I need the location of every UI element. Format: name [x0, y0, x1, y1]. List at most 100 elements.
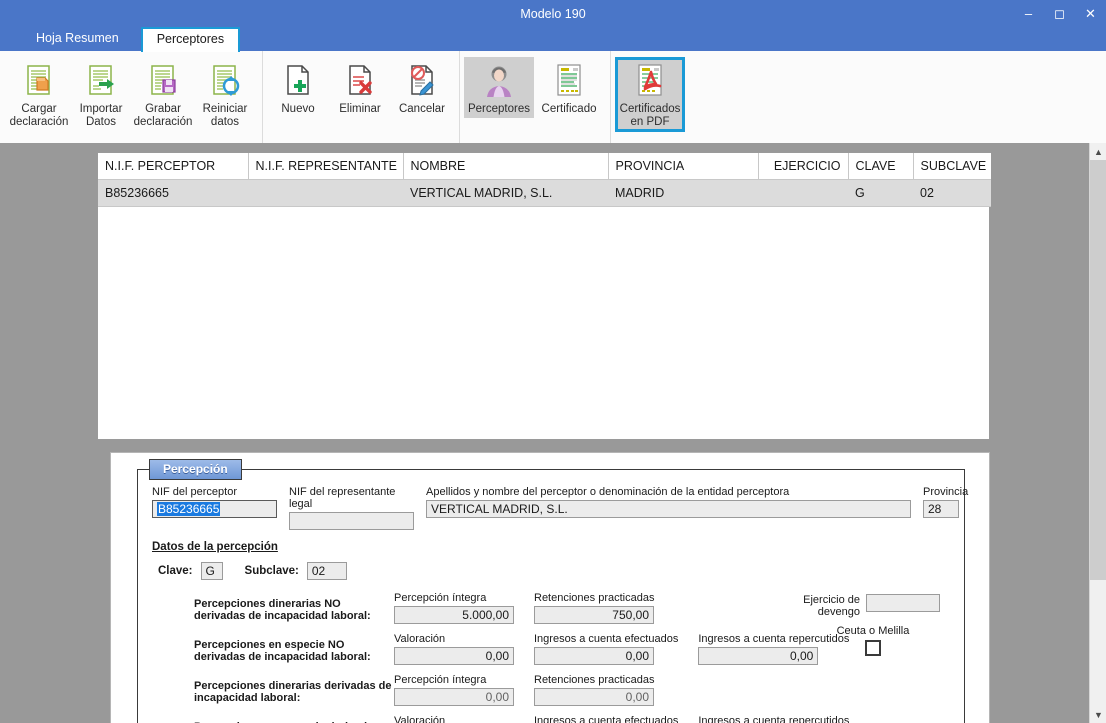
- column-header-nif-representante[interactable]: N.I.F. REPRESENTANTE: [248, 153, 404, 180]
- column-header-nif-perceptor[interactable]: N.I.F. PERCEPTOR: [98, 153, 249, 180]
- importar-datos-label: Importar Datos: [79, 103, 123, 128]
- provincia-label: Provincia: [923, 486, 969, 498]
- importar-datos-button[interactable]: Importar Datos: [70, 57, 132, 131]
- nuevo-button[interactable]: Nuevo: [267, 57, 329, 118]
- certificado-button[interactable]: Certificado: [534, 57, 604, 118]
- cell-nombre: VERTICAL MADRID, S.L.: [403, 179, 608, 207]
- valoracion-field: Valoración 0,00: [394, 633, 514, 665]
- cell-nif-perceptor: B85236665: [98, 179, 248, 207]
- valoracion-incapacidad-field: Valoración 0,00: [394, 715, 514, 723]
- table-row[interactable]: B85236665 VERTICAL MADRID, S.L. MADRID G…: [98, 179, 991, 207]
- nif-representante-label: NIF del representante legal: [289, 486, 396, 510]
- perceptores-label: Perceptores: [467, 103, 530, 115]
- eliminar-button[interactable]: Eliminar: [329, 57, 391, 118]
- percepcion-detail-panel: Percepción NIF del perceptor B85236665 N…: [110, 452, 990, 723]
- window-controls: – ◻ ✕: [1013, 0, 1106, 27]
- certificado-label: Certificado: [541, 103, 597, 115]
- ceuta-melilla-field: Ceuta o Melilla: [798, 625, 948, 656]
- clave-label: Clave:: [158, 565, 193, 577]
- column-header-ejercicio[interactable]: EJERCICIO: [758, 153, 849, 180]
- cell-nif-representante: [248, 179, 403, 207]
- table-header-row: N.I.F. PERCEPTOR N.I.F. REPRESENTANTE NO…: [98, 153, 991, 180]
- scrollbar-thumb[interactable]: [1090, 160, 1106, 580]
- nombre-input[interactable]: VERTICAL MADRID, S.L.: [426, 500, 911, 518]
- pdf-certificate-icon: [635, 61, 665, 101]
- ingresos-repercutidos-incapacidad-label: Ingresos a cuenta repercutidos: [698, 715, 850, 723]
- certificate-icon: [554, 61, 584, 101]
- column-header-subclave[interactable]: SUBCLAVE: [913, 153, 991, 180]
- percepcion-legend: Percepción: [149, 459, 242, 480]
- percepcion-integra-field: Percepción íntegra 5.000,00: [394, 592, 514, 624]
- column-header-clave[interactable]: CLAVE: [848, 153, 914, 180]
- reiniciar-datos-label: Reiniciar datos: [202, 103, 248, 128]
- document-refresh-icon: [209, 61, 241, 101]
- row-label: Percepciones en especie NO derivadas de …: [194, 639, 371, 663]
- perceptores-table: N.I.F. PERCEPTOR N.I.F. REPRESENTANTE NO…: [98, 153, 991, 207]
- percepcion-integra-incapacidad-field: Percepción íntegra 0,00: [394, 674, 514, 706]
- ingresos-efectuados-incapacidad-label: Ingresos a cuenta efectuados: [534, 715, 679, 723]
- document-import-icon: [85, 61, 117, 101]
- document-new-icon: [282, 61, 314, 101]
- cancelar-button[interactable]: Cancelar: [391, 57, 453, 118]
- percepcion-integra-input[interactable]: 5.000,00: [394, 606, 514, 624]
- perceptores-grid: N.I.F. PERCEPTOR N.I.F. REPRESENTANTE NO…: [97, 152, 991, 440]
- workspace: N.I.F. PERCEPTOR N.I.F. REPRESENTANTE NO…: [0, 143, 1089, 723]
- retenciones-practicadas-input[interactable]: 750,00: [534, 606, 654, 624]
- tab-strip: Hoja Resumen Perceptores: [0, 27, 1106, 52]
- subclave-label: Subclave:: [244, 565, 299, 577]
- person-icon: [481, 61, 517, 101]
- nombre-label: Apellidos y nombre del perceptor o denom…: [426, 486, 790, 498]
- grabar-declaracion-label: Grabar declaración: [133, 103, 193, 128]
- column-header-nombre[interactable]: NOMBRE: [403, 153, 609, 180]
- ejercicio-devengo-input[interactable]: [866, 594, 940, 612]
- ejercicio-devengo-label: Ejercicio de devengo: [803, 594, 860, 618]
- certificados-en-pdf-button[interactable]: Certificados en PDF: [615, 57, 685, 132]
- cell-subclave: 02: [913, 179, 991, 207]
- retenciones-incapacidad-input[interactable]: 0,00: [534, 688, 654, 706]
- minimize-icon[interactable]: –: [1013, 0, 1044, 27]
- close-icon[interactable]: ✕: [1075, 0, 1106, 27]
- ingresos-cuenta-efectuados-field: Ingresos a cuenta efectuados 0,00: [534, 633, 678, 665]
- nif-representante-input[interactable]: [289, 512, 414, 530]
- reiniciar-datos-button[interactable]: Reiniciar datos: [194, 57, 256, 131]
- ingresos-cuenta-efectuados-input[interactable]: 0,00: [534, 647, 654, 665]
- clave-row: Clave: G Subclave: 02: [152, 562, 954, 580]
- scroll-up-icon[interactable]: ▲: [1090, 143, 1106, 160]
- retenciones-practicadas-field: Retenciones practicadas 750,00: [534, 592, 654, 624]
- valoracion-input[interactable]: 0,00: [394, 647, 514, 665]
- provincia-input[interactable]: 28: [923, 500, 959, 518]
- document-open-icon: [23, 61, 55, 101]
- retenciones-incapacidad-field: Retenciones practicadas 0,00: [534, 674, 654, 706]
- application-window: Modelo 190 – ◻ ✕ Hoja Resumen Perceptore…: [0, 0, 1106, 723]
- percepciones-grid: Percepciones dinerarias NO derivadas de …: [152, 592, 954, 723]
- nif-perceptor-input[interactable]: B85236665: [152, 500, 277, 518]
- percepcion-integra-incapacidad-input[interactable]: 0,00: [394, 688, 514, 706]
- nif-perceptor-field: NIF del perceptor B85236665: [152, 486, 277, 518]
- retenciones-incapacidad-label: Retenciones practicadas: [534, 674, 655, 686]
- ceuta-melilla-label: Ceuta o Melilla: [836, 625, 910, 637]
- tab-perceptores[interactable]: Perceptores: [140, 27, 241, 52]
- nombre-field: Apellidos y nombre del perceptor o denom…: [426, 486, 911, 518]
- grabar-declaracion-button[interactable]: Grabar declaración: [132, 57, 194, 131]
- column-header-provincia[interactable]: PROVINCIA: [608, 153, 759, 180]
- scroll-down-icon[interactable]: ▼: [1090, 706, 1106, 723]
- clave-input[interactable]: G: [200, 562, 223, 580]
- cell-provincia: MADRID: [608, 179, 758, 207]
- row-label: Percepciones dinerarias NO derivadas de …: [194, 598, 371, 622]
- document-save-icon: [147, 61, 179, 101]
- subclave-input[interactable]: 02: [306, 562, 347, 580]
- ejercicio-devengo-field: Ejercicio de devengo: [798, 594, 948, 618]
- perceptores-button[interactable]: Perceptores: [464, 57, 534, 118]
- percepcion-fieldset: Percepción NIF del perceptor B85236665 N…: [137, 459, 969, 723]
- cell-ejercicio: [758, 179, 848, 207]
- ceuta-melilla-checkbox[interactable]: [865, 640, 881, 656]
- percepcion-integra-label: Percepción íntegra: [394, 592, 487, 604]
- valoracion-label: Valoración: [394, 633, 446, 645]
- tab-hoja-resumen[interactable]: Hoja Resumen: [22, 27, 133, 51]
- row-label: Percepciones dinerarias derivadas de inc…: [194, 680, 392, 704]
- maximize-icon[interactable]: ◻: [1044, 0, 1075, 27]
- cargar-declaracion-label: Cargar declaración: [9, 103, 69, 128]
- certificados-en-pdf-label: Certificados en PDF: [619, 103, 681, 128]
- vertical-scrollbar[interactable]: ▲ ▼: [1089, 143, 1106, 723]
- cargar-declaracion-button[interactable]: Cargar declaración: [8, 57, 70, 131]
